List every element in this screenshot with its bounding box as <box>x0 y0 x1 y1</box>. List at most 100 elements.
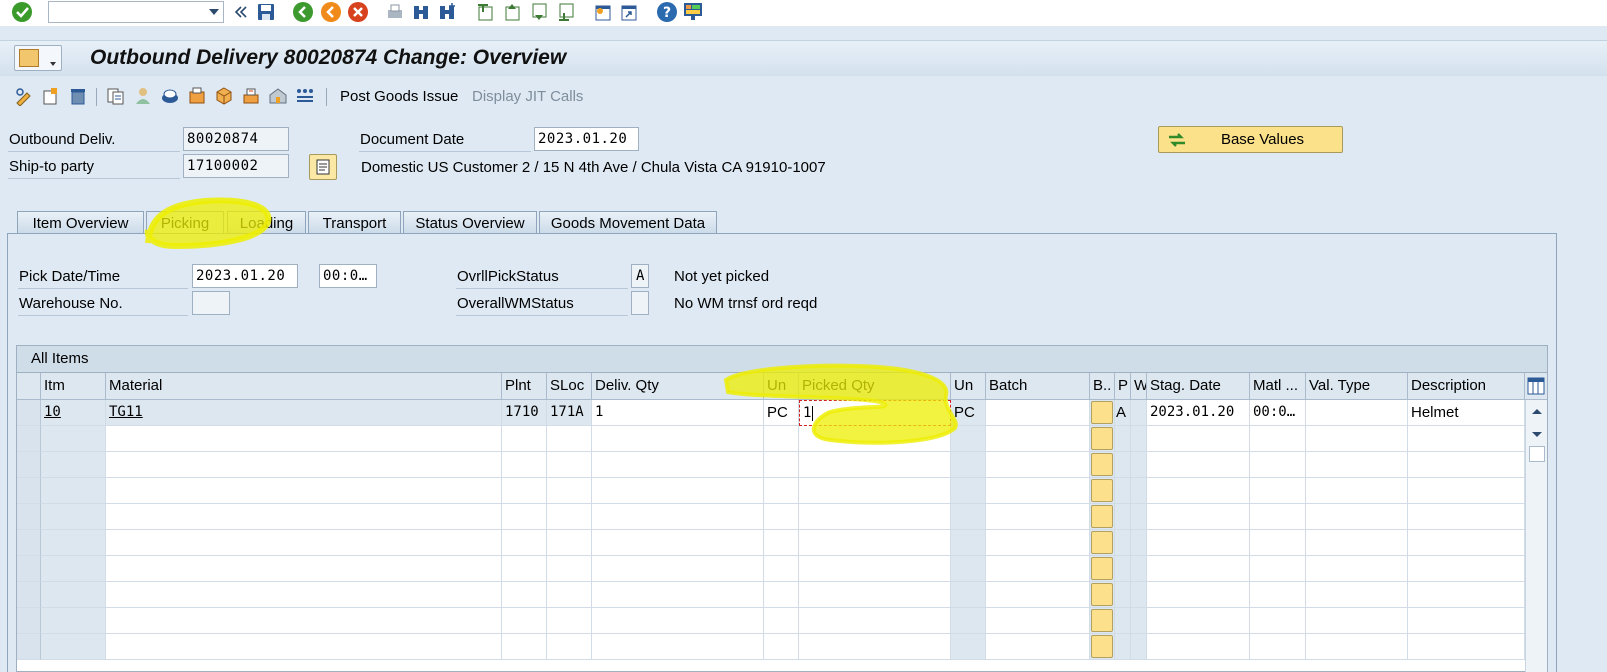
table-cell[interactable] <box>1147 530 1250 556</box>
table-cell[interactable] <box>1306 478 1408 504</box>
serial-numbers-icon[interactable] <box>294 85 316 107</box>
document-date-field[interactable]: 2023.01.20 <box>534 127 639 151</box>
row-selector[interactable] <box>17 426 41 452</box>
table-cell[interactable] <box>1408 634 1525 660</box>
table-cell[interactable] <box>1306 634 1408 660</box>
table-cell[interactable] <box>502 582 547 608</box>
texts-icon[interactable] <box>159 85 181 107</box>
table-cell[interactable] <box>1408 530 1525 556</box>
table-cell[interactable] <box>1115 608 1131 634</box>
batch-determination-button[interactable] <box>1091 583 1113 606</box>
cell-stag-date[interactable]: 2023.01.20 <box>1147 400 1250 426</box>
table-cell[interactable] <box>592 556 764 582</box>
table-cell[interactable] <box>41 478 106 504</box>
overall-wm-status-field[interactable] <box>631 291 649 315</box>
table-cell[interactable] <box>41 556 106 582</box>
table-cell[interactable] <box>592 504 764 530</box>
print-icon[interactable] <box>384 1 406 23</box>
table-cell[interactable] <box>1090 556 1115 582</box>
table-cell[interactable] <box>41 530 106 556</box>
table-cell[interactable] <box>951 478 986 504</box>
table-cell[interactable] <box>951 582 986 608</box>
table-cell[interactable] <box>1250 478 1306 504</box>
cell-un[interactable]: PC <box>764 400 799 426</box>
exit-icon[interactable] <box>320 1 342 23</box>
table-cell[interactable] <box>1131 504 1147 530</box>
table-cell[interactable] <box>1131 452 1147 478</box>
table-cell[interactable] <box>1408 478 1525 504</box>
table-cell[interactable] <box>1306 582 1408 608</box>
table-cell[interactable] <box>1250 582 1306 608</box>
batch-determination-button[interactable] <box>1091 609 1113 632</box>
table-cell[interactable] <box>41 634 106 660</box>
table-cell[interactable] <box>799 452 951 478</box>
table-cell[interactable] <box>106 478 502 504</box>
column-header-itm[interactable]: Itm <box>41 373 106 400</box>
table-cell[interactable] <box>592 530 764 556</box>
cell-description[interactable]: Helmet <box>1408 400 1525 426</box>
table-cell[interactable] <box>799 582 951 608</box>
table-cell[interactable] <box>547 608 592 634</box>
table-cell[interactable] <box>1147 634 1250 660</box>
table-cell[interactable] <box>764 556 799 582</box>
column-header-description[interactable]: Description <box>1408 373 1525 400</box>
last-page-icon[interactable] <box>555 1 577 23</box>
table-cell[interactable] <box>547 530 592 556</box>
table-cell[interactable] <box>1306 452 1408 478</box>
row-selector[interactable] <box>17 478 41 504</box>
table-cell[interactable] <box>799 478 951 504</box>
table-cell[interactable] <box>106 608 502 634</box>
table-cell[interactable] <box>1115 504 1131 530</box>
create-shortcut-icon[interactable] <box>618 1 640 23</box>
cell-batch[interactable] <box>986 400 1090 426</box>
column-header-val-type[interactable]: Val. Type <box>1306 373 1408 400</box>
batch-split-icon[interactable] <box>240 85 262 107</box>
cell-deliv-qty[interactable]: 1 <box>592 400 764 426</box>
display-jit-calls-button[interactable]: Display JIT Calls <box>472 88 583 105</box>
column-header-stag-date[interactable]: Stag. Date <box>1147 373 1250 400</box>
table-cell[interactable] <box>1147 504 1250 530</box>
table-cell[interactable] <box>1408 452 1525 478</box>
table-cell[interactable] <box>592 582 764 608</box>
column-header-picked-un[interactable]: Un <box>951 373 986 400</box>
previous-page-icon[interactable] <box>501 1 523 23</box>
ship-to-party-field[interactable]: 17100002 <box>183 154 289 178</box>
table-cell[interactable] <box>1131 530 1147 556</box>
table-cell[interactable] <box>547 634 592 660</box>
table-cell[interactable] <box>547 452 592 478</box>
packing-icon[interactable] <box>186 85 208 107</box>
column-header-deliv-qty[interactable]: Deliv. Qty <box>592 373 764 400</box>
create-item-icon[interactable] <box>40 85 62 107</box>
enter-checkmark-icon[interactable] <box>11 1 33 23</box>
find-next-icon[interactable] <box>436 1 458 23</box>
find-icon[interactable] <box>410 1 432 23</box>
row-selector[interactable] <box>17 530 41 556</box>
table-cell[interactable] <box>986 426 1090 452</box>
tab-status-overview[interactable]: Status Overview <box>403 211 537 235</box>
table-cell[interactable] <box>1147 426 1250 452</box>
table-cell[interactable] <box>986 478 1090 504</box>
table-cell[interactable] <box>951 556 986 582</box>
address-details-button[interactable] <box>309 154 337 180</box>
batch-determination-button[interactable] <box>1091 453 1113 476</box>
table-cell[interactable] <box>1306 504 1408 530</box>
column-header-plnt[interactable]: Plnt <box>502 373 547 400</box>
first-page-icon[interactable] <box>474 1 496 23</box>
table-cell[interactable] <box>951 452 986 478</box>
tab-item-overview[interactable]: Item Overview <box>17 211 144 235</box>
table-cell[interactable] <box>1090 504 1115 530</box>
cell-matl-time[interactable]: 00:0… <box>1250 400 1306 426</box>
table-cell[interactable] <box>1131 608 1147 634</box>
table-cell[interactable] <box>1250 504 1306 530</box>
column-header-b[interactable]: B.. <box>1090 373 1115 400</box>
save-icon[interactable] <box>255 1 277 23</box>
base-values-button[interactable]: Base Values <box>1158 126 1343 153</box>
table-cell[interactable] <box>1408 426 1525 452</box>
table-cell[interactable] <box>986 582 1090 608</box>
table-cell[interactable] <box>1115 634 1131 660</box>
table-cell[interactable] <box>1306 530 1408 556</box>
warehouse-no-field[interactable] <box>192 291 230 315</box>
scroll-down-icon[interactable] <box>1527 428 1547 442</box>
row-selector[interactable] <box>17 556 41 582</box>
column-header-un[interactable]: Un <box>764 373 799 400</box>
